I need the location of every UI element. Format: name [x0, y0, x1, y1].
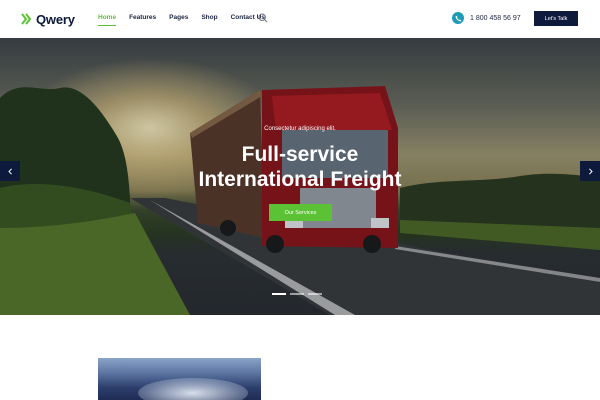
logo-icon [21, 13, 32, 25]
slider-dot-3[interactable] [308, 293, 322, 295]
nav-item-shop[interactable]: Shop [201, 14, 217, 22]
slider-next-button[interactable] [580, 161, 600, 181]
hero-title-line-1: Full-service [241, 143, 359, 166]
main-nav: Home Features Pages Shop Contact Us [98, 14, 278, 26]
cloud-shape [138, 378, 248, 400]
hero-subtitle: Consectetur adipiscing elit. [264, 126, 336, 132]
hero-slider: Consectetur adipiscing elit. Full-servic… [0, 38, 600, 315]
logo[interactable]: Qwery [21, 10, 75, 28]
nav-item-features[interactable]: Features [129, 14, 156, 22]
slider-pagination [272, 293, 322, 295]
nav-item-pages[interactable]: Pages [169, 14, 188, 22]
site-header: Qwery Home Features Pages Shop Contact U… [0, 0, 600, 38]
phone-number[interactable]: 1 800 458 56 97 [470, 14, 521, 23]
slider-prev-button[interactable] [0, 161, 20, 181]
hero-title-line-2: International Freight [198, 168, 402, 191]
chevron-right-icon [588, 167, 593, 175]
nav-item-home[interactable]: Home [98, 14, 117, 26]
logo-text: Qwery [36, 11, 75, 27]
phone-icon [452, 12, 464, 24]
slider-dot-1[interactable] [272, 293, 286, 295]
feature-image [98, 358, 261, 400]
our-services-button[interactable]: Our Services [269, 204, 332, 221]
search-icon[interactable] [258, 13, 268, 23]
chevron-left-icon [7, 167, 12, 175]
slider-dot-2[interactable] [290, 293, 304, 295]
lets-talk-button[interactable]: Let's Talk [534, 11, 578, 26]
hero-title: Full-service International Freight [0, 142, 600, 192]
